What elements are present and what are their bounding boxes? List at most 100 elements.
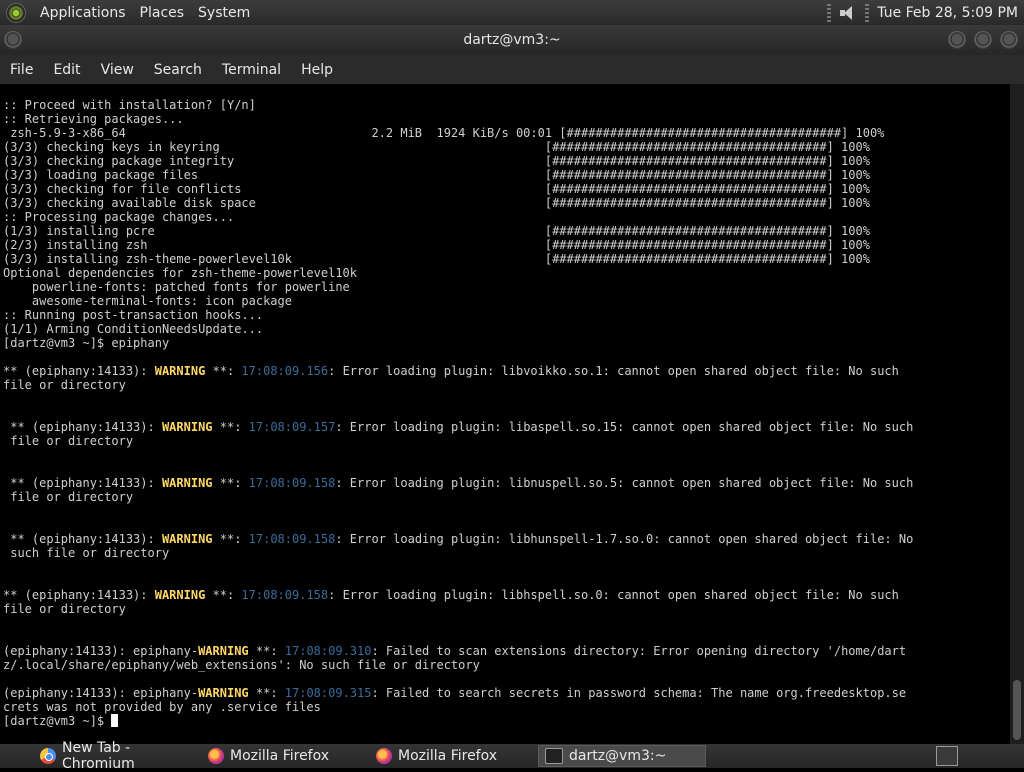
terminal-text: (epiphany:14133): epiphany-	[3, 686, 199, 700]
applications-menu[interactable]: Applications	[40, 5, 126, 21]
clock[interactable]: Tue Feb 28, 5:09 PM	[877, 5, 1020, 21]
terminal-line: powerline-fonts: patched fonts for power…	[3, 280, 1008, 294]
firefox-icon	[208, 748, 224, 764]
terminal-text: (epiphany:14133): epiphany-	[3, 644, 199, 658]
menu-bar: File Edit View Search Terminal Help	[0, 55, 1024, 84]
menu-terminal[interactable]: Terminal	[212, 62, 291, 78]
terminal-line: ** (epiphany:14133): WARNING **: 17:08:0…	[3, 588, 1008, 602]
terminal-line: such file or directory	[3, 546, 1008, 560]
warning-label: WARNING	[154, 588, 206, 602]
terminal-text: crets was not provided by any .service f…	[3, 700, 321, 714]
task-chromium[interactable]: New Tab - Chromium	[34, 740, 200, 772]
menu-file[interactable]: File	[0, 62, 43, 78]
terminal-text: zsh-5.9-3-x86_64 2.2 MiB 1924 KiB/s 00:0…	[3, 126, 885, 140]
terminal-line: awesome-terminal-fonts: icon package	[3, 294, 1008, 308]
terminal-text: ** (epiphany:14133):	[3, 588, 155, 602]
terminal-text: awesome-terminal-fonts: icon package	[3, 294, 292, 308]
menu-help[interactable]: Help	[291, 62, 343, 78]
terminal-line: file or directory	[3, 602, 1008, 616]
terminal-text: powerline-fonts: patched fonts for power…	[3, 280, 350, 294]
menu-edit[interactable]: Edit	[43, 62, 90, 78]
terminal-text: ** (epiphany:14133):	[3, 364, 155, 378]
terminal-text: (1/3) installing pcre [#################…	[3, 224, 870, 238]
warning-label: WARNING	[161, 420, 213, 434]
terminal-line: (3/3) installing zsh-theme-powerlevel10k…	[3, 252, 1008, 266]
scrollbar-thumb[interactable]	[1013, 680, 1021, 740]
terminal-line: ** (epiphany:14133): WARNING **: 17:08:0…	[3, 364, 1008, 378]
firefox-icon	[376, 748, 392, 764]
task-terminal[interactable]: dartz@vm3:~	[538, 745, 706, 767]
terminal-text: : Error loading plugin: libaspell.so.15:…	[335, 420, 914, 434]
terminal-text: : Error loading plugin: libnuspell.so.5:…	[335, 476, 914, 490]
places-menu[interactable]: Places	[140, 5, 185, 21]
terminal-text: **:	[212, 532, 249, 546]
distro-logo-icon[interactable]	[6, 2, 26, 23]
close-button[interactable]	[1000, 31, 1018, 49]
maximize-button[interactable]	[974, 31, 992, 49]
terminal-text: such file or directory	[3, 546, 170, 560]
terminal-text: (3/3) checking keys in keyring [########…	[3, 140, 870, 154]
terminal-line: :: Retrieving packages...	[3, 112, 1008, 126]
terminal-text: ** (epiphany:14133):	[3, 476, 162, 490]
terminal-cursor	[111, 714, 119, 727]
terminal-text: **:	[212, 420, 249, 434]
terminal-text: (3/3) loading package files [###########…	[3, 168, 870, 182]
terminal-line: ** (epiphany:14133): WARNING **: 17:08:0…	[3, 476, 1008, 490]
terminal-line: (3/3) checking available disk space [###…	[3, 196, 1008, 210]
terminal-line: (epiphany:14133): epiphany-WARNING **: 1…	[3, 686, 1008, 700]
bottom-panel: New Tab - Chromium Mozilla Firefox Mozil…	[0, 740, 1024, 772]
task-label: dartz@vm3:~	[569, 748, 667, 764]
panel-separator	[865, 3, 870, 22]
terminal-text: : Error loading plugin: libvoikko.so.1: …	[328, 364, 899, 378]
terminal-line: file or directory	[3, 434, 1008, 448]
window-titlebar[interactable]: dartz@vm3:~	[0, 25, 1024, 55]
terminal-line: ** (epiphany:14133): WARNING **: 17:08:0…	[3, 532, 1008, 546]
terminal-line: Optional dependencies for zsh-theme-powe…	[3, 266, 1008, 280]
terminal-line: [dartz@vm3 ~]$ epiphany	[3, 336, 1008, 350]
terminal-text: file or directory	[3, 490, 134, 504]
menu-view[interactable]: View	[91, 62, 144, 78]
terminal-scrollbar[interactable]	[1010, 84, 1024, 744]
terminal-text: (3/3) checking package integrity [######…	[3, 154, 870, 168]
system-menu[interactable]: System	[198, 5, 250, 21]
task-label: Mozilla Firefox	[398, 748, 498, 764]
timestamp: 17:08:09.157	[248, 420, 336, 434]
terminal-line: crets was not provided by any .service f…	[3, 700, 1008, 714]
warning-label: WARNING	[161, 532, 213, 546]
volume-icon[interactable]	[839, 5, 857, 21]
menu-search[interactable]: Search	[144, 62, 212, 78]
terminal-output[interactable]: :: Proceed with installation? [Y/n]:: Re…	[0, 84, 1010, 744]
terminal-text: file or directory	[3, 434, 134, 448]
terminal-text: **:	[205, 588, 242, 602]
top-panel: Applications Places System Tue Feb 28, 5…	[0, 0, 1024, 25]
terminal-line: file or directory	[3, 378, 1008, 392]
terminal-text: ** (epiphany:14133):	[3, 420, 162, 434]
terminal-text: ** (epiphany:14133):	[3, 532, 162, 546]
timestamp: 17:08:09.156	[241, 364, 329, 378]
task-firefox-2[interactable]: Mozilla Firefox	[370, 745, 536, 767]
terminal-line: (3/3) checking for file conflicts [#####…	[3, 182, 1008, 196]
minimize-button[interactable]	[948, 31, 966, 49]
terminal-text: **:	[205, 364, 242, 378]
task-firefox-1[interactable]: Mozilla Firefox	[202, 745, 368, 767]
terminal-text: :: Running post-transaction hooks...	[3, 308, 264, 322]
timestamp: 17:08:09.310	[284, 644, 372, 658]
terminal-text: [dartz@vm3 ~]$ epiphany	[3, 336, 170, 350]
workspace-switcher-icon[interactable]	[936, 746, 958, 766]
terminal-text: :: Processing package changes...	[3, 210, 235, 224]
panel-separator	[827, 3, 832, 22]
terminal-line: (1/3) installing pcre [#################…	[3, 224, 1008, 238]
timestamp: 17:08:09.158	[248, 532, 336, 546]
terminal-line: [dartz@vm3 ~]$	[3, 714, 1008, 728]
terminal-line: (epiphany:14133): epiphany-WARNING **: 1…	[3, 644, 1008, 658]
terminal-text: file or directory	[3, 602, 126, 616]
warning-label: WARNING	[161, 476, 213, 490]
